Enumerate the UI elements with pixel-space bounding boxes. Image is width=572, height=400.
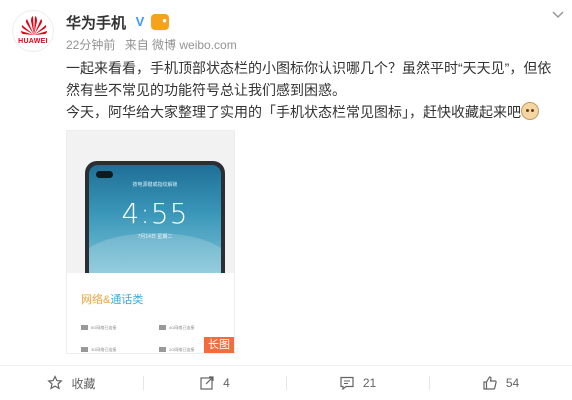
- post-time[interactable]: 22分钟前: [66, 38, 115, 52]
- repost-icon: [200, 376, 214, 390]
- post-meta: 22分钟前 来自 微博 weibo.com: [66, 36, 243, 53]
- post-image[interactable]: 按电源键或指纹解锁 4:55 7月14日 星期二 网络&通话类 5G网络已连接 …: [66, 130, 235, 354]
- signal-icon: [81, 347, 88, 353]
- name-row: 华为手机 V ●: [66, 12, 170, 33]
- like-count: 54: [505, 376, 520, 390]
- signal-icon: [81, 325, 88, 331]
- avatar[interactable]: HUAWEI: [12, 10, 54, 52]
- star-icon: [47, 375, 64, 390]
- lockscreen-clock: 4:55: [121, 197, 189, 230]
- image-section-title-a: 网络: [81, 294, 103, 306]
- status-icon-label: 2G网络已连接: [169, 347, 195, 352]
- status-icon-label: 4G网络已连接: [169, 325, 195, 330]
- action-bar: 收藏 4 21 54: [0, 366, 572, 400]
- post-paragraph-2: 今天，阿华给大家整理了实用的「手机状态栏常见图标」，赶快收藏起来吧: [66, 101, 564, 123]
- post-text: 一起来看看，手机顶部状态栏的小图标你认识哪几个？虽然平时“天天见”，但依然有些不…: [66, 57, 564, 123]
- comment-icon: [340, 376, 354, 391]
- status-icon-item: 5G网络已连接: [81, 325, 116, 331]
- status-icon-item: 4G网络已连接: [159, 325, 194, 331]
- camera-punch-hole: [96, 171, 113, 178]
- chevron-down-icon[interactable]: [550, 6, 566, 22]
- status-icon-item: 2G网络已连接: [159, 347, 194, 353]
- thumbs-up-icon: [483, 376, 497, 390]
- post-source[interactable]: 来自 微博 weibo.com: [125, 38, 237, 52]
- image-section-title: 网络&通话类: [81, 291, 143, 307]
- like-button[interactable]: 54: [429, 366, 572, 400]
- cat-emoji-icon: [521, 102, 539, 120]
- post-paragraph-1: 一起来看看，手机顶部状态栏的小图标你认识哪几个？虽然平时“天天见”，但依然有些不…: [66, 60, 552, 98]
- lock-hint: 按电源键或指纹解锁: [132, 182, 178, 188]
- favorite-button[interactable]: 收藏: [0, 366, 143, 400]
- phone-screen: 按电源键或指纹解锁 4:55 7月14日 星期二: [89, 165, 221, 273]
- signal-icon: [159, 347, 166, 353]
- status-icon-label: 5G网络已连接: [91, 325, 117, 330]
- long-image-tag: 长图: [204, 337, 234, 353]
- status-icon-label: 3G网络已连接: [91, 347, 117, 352]
- favorite-label: 收藏: [71, 376, 96, 391]
- comment-count: 21: [362, 376, 377, 390]
- repost-count: 4: [223, 376, 230, 390]
- verified-icon: V: [132, 14, 149, 30]
- image-section-title-b: 通话类: [110, 294, 144, 306]
- avatar-logo-text: HUAWEI: [18, 38, 48, 45]
- phone-illustration: 按电源键或指纹解锁 4:55 7月14日 星期二: [85, 161, 225, 273]
- status-icon-item: 3G网络已连接: [81, 347, 116, 353]
- member-badge-icon[interactable]: ●: [151, 14, 170, 30]
- repost-button[interactable]: 4: [143, 366, 286, 400]
- comment-button[interactable]: 21: [286, 366, 429, 400]
- wallpaper-wave: [89, 233, 221, 273]
- post-paragraph-2-text: 今天，阿华给大家整理了实用的「手机状态栏常见图标」，赶快收藏起来吧: [66, 104, 521, 120]
- signal-icon: [159, 325, 166, 331]
- huawei-logo-icon: [21, 16, 47, 35]
- user-name[interactable]: 华为手机: [66, 12, 126, 33]
